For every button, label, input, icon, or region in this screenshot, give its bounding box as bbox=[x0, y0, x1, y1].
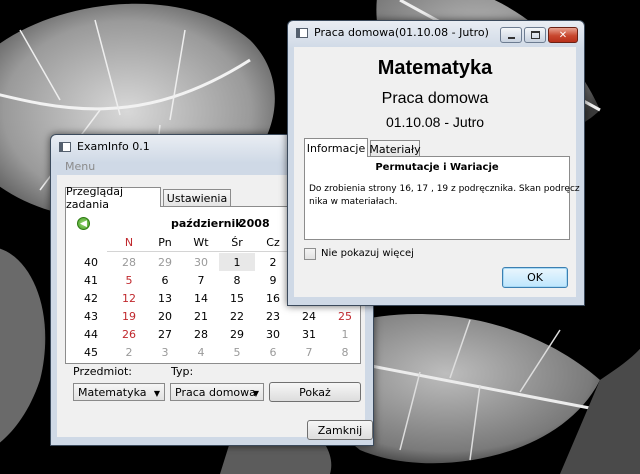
calendar-day[interactable]: 2 bbox=[255, 253, 291, 271]
tab-label: Materiały bbox=[369, 142, 421, 156]
weekday-header: Pn bbox=[158, 235, 172, 249]
calendar-day[interactable]: 24 bbox=[291, 307, 327, 325]
calendar-day[interactable]: 21 bbox=[183, 307, 219, 325]
calendar-day[interactable]: 22 bbox=[219, 307, 255, 325]
tab-label: Ustawienia bbox=[166, 192, 228, 205]
calendar-day[interactable]: 13 bbox=[147, 289, 183, 307]
topic-title: Permutacje i Wariacje bbox=[375, 162, 499, 173]
type-select-value: Praca domowa bbox=[175, 385, 256, 399]
week-number: 45 bbox=[84, 345, 98, 359]
calendar-day[interactable]: 27 bbox=[147, 325, 183, 343]
calendar-day[interactable]: 8 bbox=[327, 343, 363, 361]
calendar-day[interactable]: 29 bbox=[147, 253, 183, 271]
dont-show-again-checkbox[interactable] bbox=[304, 248, 316, 260]
popup-date: 01.10.08 - Jutro bbox=[385, 114, 485, 130]
app-window-icon bbox=[296, 28, 308, 38]
calendar-day[interactable]: 2 bbox=[111, 343, 147, 361]
type-label: Typ: bbox=[171, 365, 194, 378]
calendar-header-divider bbox=[107, 251, 307, 252]
close-button-label: Zamknij bbox=[317, 423, 363, 437]
subject-select[interactable]: Matematyka ▼ bbox=[73, 383, 165, 401]
calendar-day[interactable]: 30 bbox=[255, 325, 291, 343]
calendar-day[interactable]: 6 bbox=[147, 271, 183, 289]
examinfo-title: ExamInfo 0.1 bbox=[77, 140, 150, 153]
description-line: nika w materiałach. bbox=[309, 197, 398, 207]
tab-label: Przeglądaj zadania bbox=[66, 184, 124, 211]
description-line: Do zrobienia strony 16, 17 , 19 z podręc… bbox=[309, 184, 580, 194]
calendar-day[interactable]: 5 bbox=[111, 271, 147, 289]
calendar-day[interactable]: 25 bbox=[327, 307, 363, 325]
calendar-day[interactable]: 31 bbox=[291, 325, 327, 343]
calendar-day[interactable]: 7 bbox=[291, 343, 327, 361]
subject-select-value: Matematyka bbox=[78, 385, 147, 399]
weekday-header: Śr bbox=[231, 235, 243, 249]
calendar-day[interactable]: 8 bbox=[219, 271, 255, 289]
calendar-day[interactable]: 1 bbox=[219, 253, 255, 271]
show-button-label: Pokaż bbox=[299, 385, 331, 399]
week-number: 44 bbox=[84, 327, 98, 341]
weekday-header: N bbox=[124, 235, 134, 249]
ok-button[interactable]: OK bbox=[502, 267, 568, 288]
calendar-day[interactable]: 4 bbox=[183, 343, 219, 361]
window-close-button[interactable]: ✕ bbox=[548, 27, 578, 43]
info-panel: Permutacje i Wariacje Do zrobienia stron… bbox=[304, 156, 580, 240]
popup-subject: Matematyka bbox=[377, 57, 493, 79]
calendar-day[interactable]: 5 bbox=[219, 343, 255, 361]
maximize-icon bbox=[530, 31, 540, 39]
homework-description: Do zrobienia strony 16, 17 , 19 z podręc… bbox=[309, 183, 580, 209]
close-icon: ✕ bbox=[558, 29, 568, 41]
ok-button-label: OK bbox=[527, 271, 543, 284]
calendar-day[interactable]: 28 bbox=[111, 253, 147, 271]
calendar-day[interactable]: 26 bbox=[111, 325, 147, 343]
calendar-day[interactable]: 28 bbox=[183, 325, 219, 343]
week-number: 43 bbox=[84, 309, 98, 323]
week-number: 40 bbox=[84, 255, 98, 269]
calendar-day[interactable]: 3 bbox=[147, 343, 183, 361]
close-button[interactable]: Zamknij bbox=[307, 420, 373, 440]
calendar-day[interactable]: 16 bbox=[255, 289, 291, 307]
week-number: 42 bbox=[84, 291, 98, 305]
show-button[interactable]: Pokaż bbox=[269, 382, 361, 402]
type-select[interactable]: Praca domowa ▼ bbox=[170, 383, 264, 401]
arrow-left-icon: ◀ bbox=[80, 218, 87, 229]
calendar-day[interactable]: 20 bbox=[147, 307, 183, 325]
maximize-button[interactable] bbox=[524, 27, 546, 43]
calendar-day[interactable]: 7 bbox=[183, 271, 219, 289]
calendar-day[interactable]: 14 bbox=[183, 289, 219, 307]
calendar-day[interactable]: 19 bbox=[111, 307, 147, 325]
calendar-day[interactable]: 9 bbox=[255, 271, 291, 289]
tab-information[interactable]: Informacje bbox=[304, 138, 368, 157]
weekday-header: Wt bbox=[193, 235, 209, 249]
calendar-day[interactable]: 1 bbox=[327, 325, 363, 343]
tab-label: Informacje bbox=[306, 141, 366, 155]
tab-materials[interactable]: Materiały bbox=[369, 140, 421, 157]
calendar-year[interactable]: 2008 bbox=[239, 217, 270, 230]
calendar-day[interactable]: 12 bbox=[111, 289, 147, 307]
app-window-icon bbox=[59, 142, 71, 152]
checkbox-label[interactable]: Nie pokazuj więcej bbox=[321, 248, 414, 259]
chevron-down-icon: ▼ bbox=[153, 389, 160, 398]
subject-label: Przedmiot: bbox=[73, 365, 133, 378]
popup-title: Praca domowa(01.10.08 - Jutro) bbox=[314, 26, 489, 39]
chevron-down-icon: ▼ bbox=[252, 389, 259, 398]
homework-popup-window: Praca domowa(01.10.08 - Jutro) ✕ Matemat… bbox=[287, 20, 585, 306]
minimize-icon bbox=[507, 36, 515, 39]
popup-kind: Praca domowa bbox=[381, 90, 489, 107]
tab-settings[interactable]: Ustawienia bbox=[163, 189, 231, 207]
calendar-day[interactable]: 23 bbox=[255, 307, 291, 325]
calendar-day[interactable]: 30 bbox=[183, 253, 219, 271]
tab-browse-tasks[interactable]: Przeglądaj zadania bbox=[65, 185, 161, 211]
minimize-button[interactable] bbox=[500, 27, 522, 43]
weekday-header: Cz bbox=[266, 235, 280, 249]
calendar-day[interactable]: 15 bbox=[219, 289, 255, 307]
calendar-day[interactable]: 6 bbox=[255, 343, 291, 361]
menu-item[interactable]: Menu bbox=[65, 160, 95, 173]
calendar-day[interactable]: 29 bbox=[219, 325, 255, 343]
popup-titlebar[interactable]: Praca domowa(01.10.08 - Jutro) ✕ bbox=[288, 21, 584, 47]
week-number: 41 bbox=[84, 273, 98, 287]
prev-month-button[interactable]: ◀ bbox=[77, 217, 90, 230]
calendar-month[interactable]: październik bbox=[171, 217, 243, 230]
